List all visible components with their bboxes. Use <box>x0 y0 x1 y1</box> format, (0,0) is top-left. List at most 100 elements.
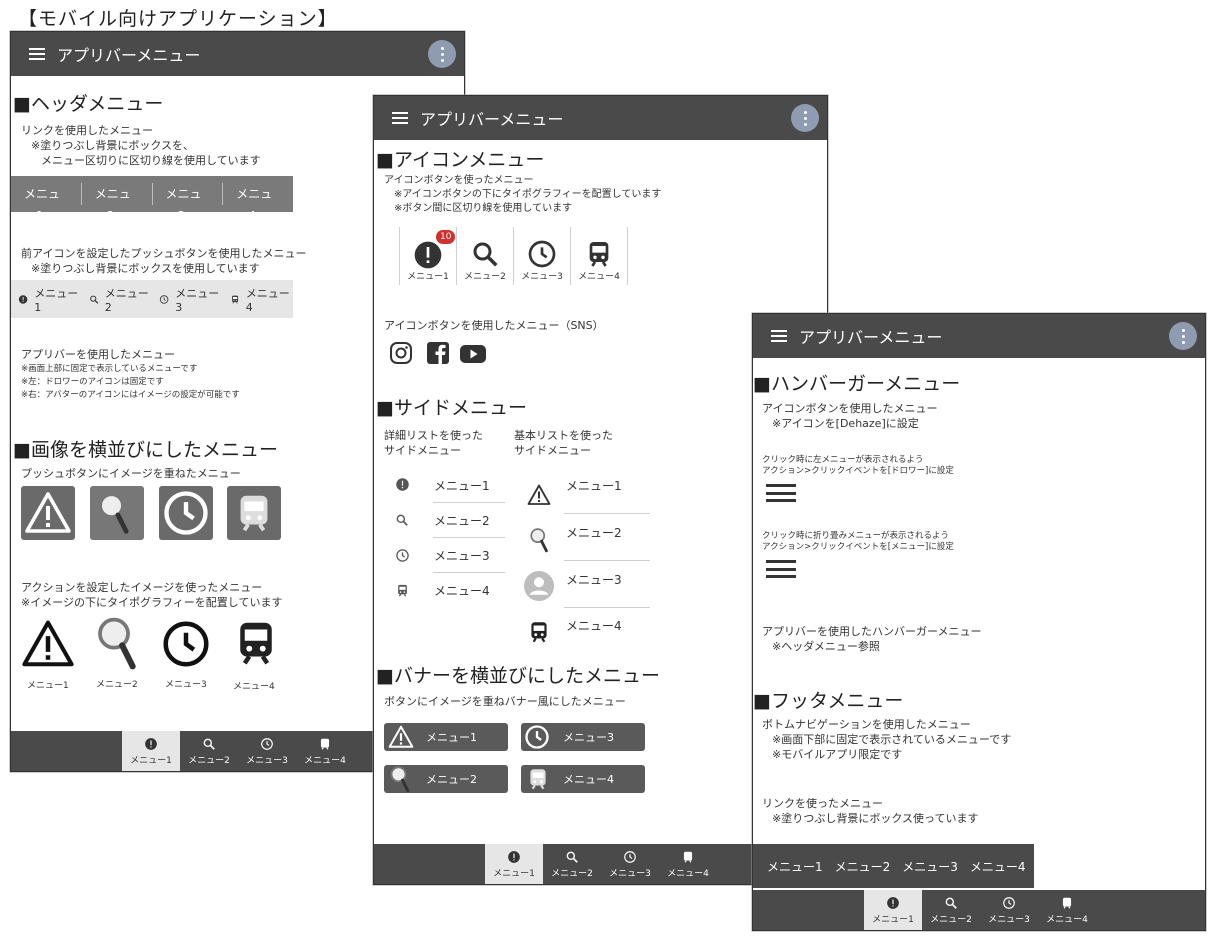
bottom-nav-item-4[interactable]: メニュー4 <box>296 731 354 771</box>
desc-line: 基本リストを使った <box>514 429 613 442</box>
instagram-icon[interactable] <box>389 341 413 365</box>
push-button-menu-2[interactable]: メニュー2 <box>89 285 153 314</box>
more-vert-icon[interactable] <box>791 104 819 132</box>
train-icon[interactable] <box>229 615 283 671</box>
bottom-nav-label: メニュー4 <box>1046 914 1088 925</box>
basic-list-item-2[interactable]: メニュー2 <box>566 524 622 541</box>
clock-icon <box>160 487 212 539</box>
footer-link-2[interactable]: メニュー2 <box>835 858 891 875</box>
magnifier-icon <box>528 526 554 554</box>
desc-line: ※左：ドロワーのアイコンは固定です <box>21 377 164 387</box>
more-vert-icon[interactable] <box>1169 322 1197 350</box>
footer-link-4[interactable]: メニュー4 <box>970 858 1026 875</box>
menu-icon[interactable] <box>392 112 408 124</box>
desc-line: ※右：アバターのアイコンにはイメージの設定が可能です <box>21 390 240 400</box>
clock-icon <box>260 737 274 751</box>
icon-button-label: メニュー3 <box>521 272 563 282</box>
detail-list-item-1[interactable]: メニュー1 <box>434 477 490 494</box>
image-button-2[interactable] <box>90 486 144 540</box>
bottom-nav-item-4[interactable]: メニュー4 <box>1038 890 1096 930</box>
search-icon <box>89 294 99 305</box>
icon-button-2[interactable]: メニュー2 <box>457 227 514 285</box>
banner-button-4[interactable]: メニュー4 <box>521 765 645 793</box>
bottom-nav-item-3[interactable]: メニュー3 <box>238 731 296 771</box>
bottom-nav-item-3[interactable]: メニュー3 <box>980 890 1038 930</box>
bottom-nav-item-2[interactable]: メニュー2 <box>543 844 601 884</box>
banner-button-3[interactable]: メニュー3 <box>521 723 645 751</box>
icon-button-4[interactable]: メニュー4 <box>571 227 628 285</box>
magnifier-icon <box>95 491 139 535</box>
detail-list-item-2[interactable]: メニュー2 <box>434 512 490 529</box>
bottom-nav-item-1[interactable]: メニュー1 <box>864 890 922 930</box>
bottom-nav-item-3[interactable]: メニュー3 <box>601 844 659 884</box>
push-button-menu-3[interactable]: メニュー3 <box>159 285 223 314</box>
bottom-nav-label: メニュー4 <box>304 755 346 766</box>
basic-list-item-3[interactable]: メニュー3 <box>566 571 622 588</box>
desc-line: ※アイコンボタンの下にタイポグラフィーを配置しています <box>394 189 662 200</box>
icon-button-1[interactable]: 10 メニュー1 <box>400 227 457 285</box>
footer-link-3[interactable]: メニュー3 <box>902 858 958 875</box>
link-menu-4[interactable]: メニュー4 <box>223 183 293 223</box>
detail-list-item-3[interactable]: メニュー3 <box>434 547 490 564</box>
footer-link-1[interactable]: メニュー1 <box>767 858 823 875</box>
notification-badge: 10 <box>436 230 456 244</box>
menu-icon[interactable] <box>29 48 45 60</box>
bottom-nav-item-2[interactable]: メニュー2 <box>922 890 980 930</box>
magnifier-icon <box>388 765 416 793</box>
banner-button-2[interactable]: メニュー2 <box>384 765 508 793</box>
banner-label: メニュー1 <box>426 731 477 744</box>
menu-icon[interactable] <box>771 330 787 342</box>
avatar-icon <box>524 571 554 601</box>
bottom-nav-label: メニュー3 <box>246 755 288 766</box>
page-title: 【モバイル向けアプリケーション】 <box>18 8 338 30</box>
bottom-nav-item-1[interactable]: メニュー1 <box>122 731 180 771</box>
push-button-menu-4[interactable]: メニュー4 <box>230 285 294 314</box>
link-menu-1[interactable]: メニュー1 <box>11 183 82 223</box>
more-vert-icon[interactable] <box>428 40 456 68</box>
bottom-nav-item-4[interactable]: メニュー4 <box>659 844 717 884</box>
train-icon <box>1060 896 1074 910</box>
bottom-nav-label: メニュー2 <box>188 755 230 766</box>
image-button-1[interactable] <box>21 486 75 540</box>
icon-button-label: メニュー4 <box>578 272 620 282</box>
banner-button-1[interactable]: メニュー1 <box>384 723 508 751</box>
icon-button-3[interactable]: メニュー3 <box>514 227 571 285</box>
alert-icon <box>395 477 410 492</box>
push-button-label: メニュー1 <box>34 286 79 314</box>
bottom-nav-label: メニュー1 <box>130 755 172 766</box>
push-button-menu-1[interactable]: メニュー1 <box>18 285 82 314</box>
link-menu-3[interactable]: メニュー3 <box>153 183 224 223</box>
search-icon <box>470 239 500 269</box>
bottom-nav-item-2[interactable]: メニュー2 <box>180 731 238 771</box>
basic-list-item-1[interactable]: メニュー1 <box>566 477 622 494</box>
link-menu-2[interactable]: メニュー2 <box>82 183 153 223</box>
image-button-4[interactable] <box>227 486 281 540</box>
bottom-nav-label: メニュー4 <box>667 868 709 879</box>
image-button-3[interactable] <box>159 486 213 540</box>
magnifier-icon[interactable] <box>93 615 149 671</box>
warning-icon[interactable] <box>21 617 75 671</box>
detail-list-item-4[interactable]: メニュー4 <box>434 582 490 599</box>
youtube-icon[interactable] <box>460 344 486 364</box>
clock-icon <box>523 723 551 751</box>
train-icon <box>525 765 551 793</box>
clock-icon[interactable] <box>159 617 213 671</box>
facebook-icon[interactable] <box>426 341 450 365</box>
desc-line: アクションを設定したイメージを使ったメニュー <box>21 581 263 594</box>
section-title-icon: ■アイコンメニュー <box>376 149 545 171</box>
bottom-nav-label: メニュー1 <box>872 914 914 925</box>
image-caption: メニュー2 <box>96 680 138 690</box>
desc-line: リンクを使ったメニュー <box>762 797 883 810</box>
hamburger-fold-icon[interactable] <box>766 560 796 578</box>
app-bar-title: アプリバーメニュー <box>799 328 943 347</box>
section-title-side: ■サイドメニュー <box>376 397 527 419</box>
bottom-nav-item-1[interactable]: メニュー1 <box>485 844 543 884</box>
clock-icon <box>395 548 410 563</box>
bottom-nav-label: メニュー2 <box>551 868 593 879</box>
banner-label: メニュー2 <box>426 773 477 786</box>
basic-list-item-4[interactable]: メニュー4 <box>566 617 622 634</box>
desc-line: サイドメニュー <box>514 444 591 457</box>
desc-line: リンクを使用したメニュー <box>21 124 153 137</box>
bottom-nav-label: メニュー3 <box>609 868 651 879</box>
hamburger-drawer-icon[interactable] <box>766 484 796 502</box>
